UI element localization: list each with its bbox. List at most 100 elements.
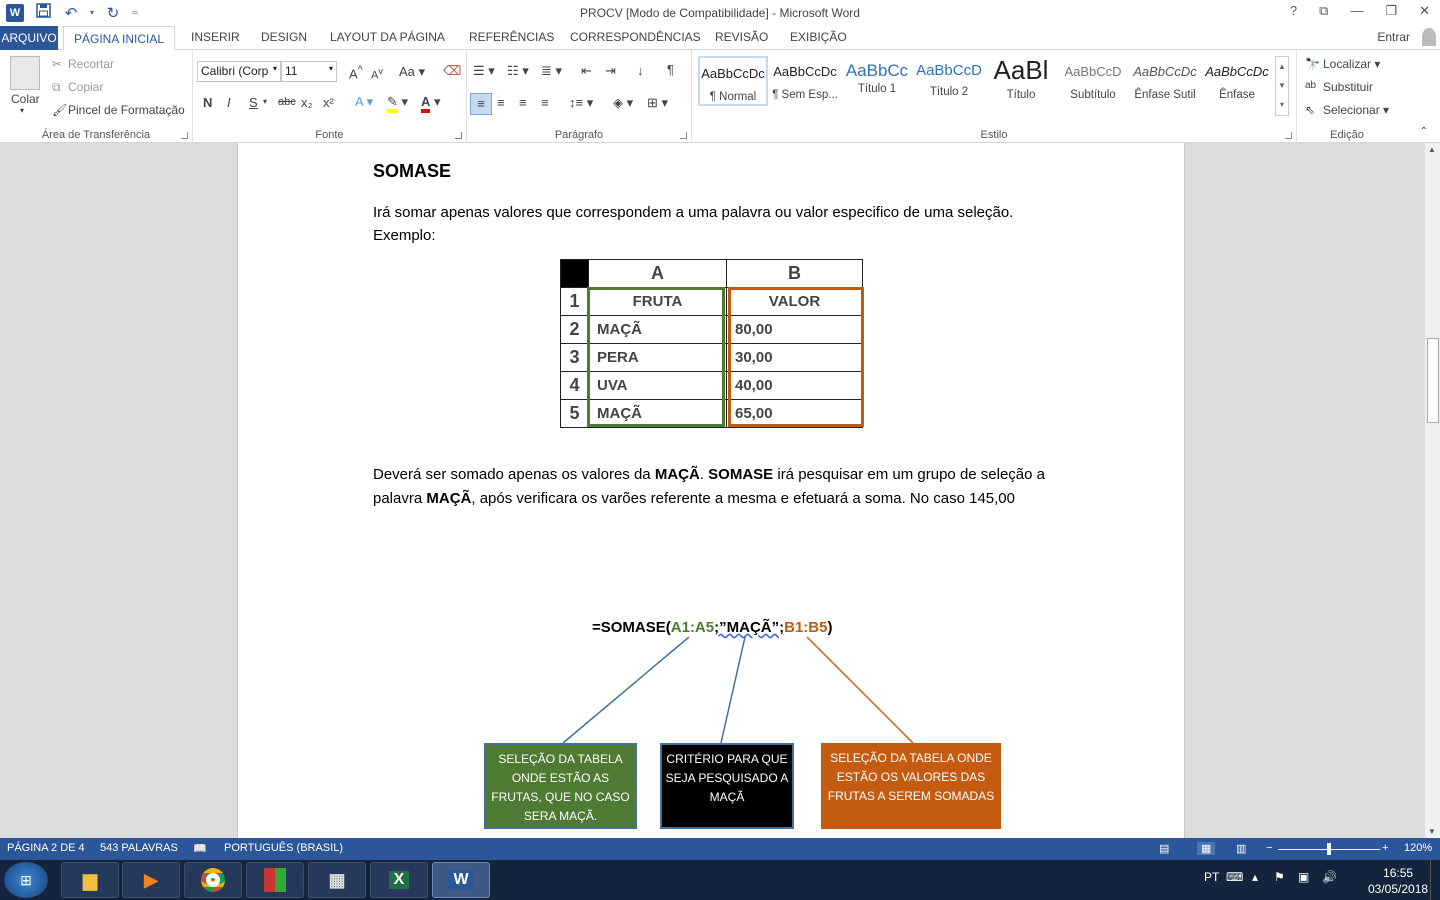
tab-page-layout[interactable]: LAYOUT DA PÁGINA bbox=[330, 30, 445, 44]
bullets-icon[interactable]: ☰ ▾ bbox=[473, 63, 495, 79]
styles-launcher-icon[interactable] bbox=[1285, 132, 1292, 139]
style-normal[interactable]: AaBbCcDc ¶ Normal bbox=[698, 56, 768, 106]
numbering-icon[interactable]: ☷ ▾ bbox=[507, 63, 529, 79]
justify-icon[interactable]: ≡ bbox=[541, 95, 549, 110]
style-heading-1[interactable]: AaBbCc Título 1 bbox=[842, 56, 912, 106]
zoom-in-icon[interactable]: + bbox=[1382, 842, 1388, 854]
copy-button[interactable]: Copiar bbox=[68, 80, 103, 94]
underline-button[interactable]: S bbox=[249, 95, 258, 110]
format-painter-button[interactable]: Pincel de Formatação bbox=[68, 103, 185, 117]
tab-home[interactable]: PÁGINA INICIAL bbox=[63, 26, 175, 51]
explorer-taskbar-icon[interactable]: ▆ bbox=[61, 862, 119, 898]
style-title[interactable]: AaBl Título bbox=[986, 56, 1056, 106]
subscript-button[interactable]: x₂ bbox=[301, 95, 313, 110]
change-case-icon[interactable]: Aa ▾ bbox=[399, 64, 425, 80]
grow-font-icon[interactable]: A^ bbox=[349, 64, 363, 81]
replace-button[interactable]: Substituir bbox=[1323, 80, 1373, 94]
tab-references[interactable]: REFERÊNCIAS bbox=[469, 30, 554, 44]
ribbon-display-icon[interactable]: ⧉ bbox=[1319, 3, 1328, 19]
clock[interactable]: 16:55 03/05/2018 bbox=[1368, 865, 1428, 897]
tab-file[interactable]: ARQUIVO bbox=[0, 26, 58, 50]
find-button[interactable]: Localizar ▾ bbox=[1323, 57, 1380, 71]
sign-in-link[interactable]: Entrar bbox=[1377, 30, 1410, 44]
borders-icon[interactable]: ⊞ ▾ bbox=[647, 95, 668, 111]
web-layout-icon[interactable]: ▥ bbox=[1236, 842, 1246, 855]
media-player-taskbar-icon[interactable]: ▶ bbox=[122, 862, 180, 898]
clipboard-launcher-icon[interactable] bbox=[181, 132, 188, 139]
zoom-slider-thumb[interactable] bbox=[1327, 843, 1331, 855]
increase-indent-icon[interactable]: ⇥ bbox=[605, 63, 616, 79]
excel-taskbar-icon[interactable]: X bbox=[370, 862, 428, 898]
align-left-icon[interactable]: ≡ bbox=[470, 93, 492, 115]
network-tray-icon[interactable]: ▣ bbox=[1298, 870, 1309, 884]
font-name-select[interactable]: Calibri (Corp ▾ bbox=[197, 61, 281, 82]
style-heading-2[interactable]: AaBbCcD Título 2 bbox=[914, 56, 984, 106]
paragraph-launcher-icon[interactable] bbox=[680, 132, 687, 139]
volume-tray-icon[interactable]: 🔊 bbox=[1322, 870, 1337, 884]
sort-icon[interactable]: ↓ bbox=[637, 63, 644, 78]
read-mode-icon[interactable]: ▤ bbox=[1159, 842, 1169, 855]
style-subtle-emphasis[interactable]: AaBbCcDc Ênfase Sutil bbox=[1130, 56, 1200, 106]
word-count[interactable]: 543 PALAVRAS bbox=[100, 842, 178, 854]
calculator-taskbar-icon[interactable]: ▦ bbox=[308, 862, 366, 898]
paste-dropdown-icon[interactable]: ▾ bbox=[20, 106, 24, 115]
collapse-ribbon-icon[interactable]: ⌃ bbox=[1420, 126, 1428, 137]
user-avatar-icon[interactable] bbox=[1422, 28, 1436, 46]
scroll-down-icon[interactable]: ▼ bbox=[1428, 827, 1436, 836]
strikethrough-button[interactable]: abc bbox=[278, 96, 296, 108]
language-indicator[interactable]: PORTUGUÊS (BRASIL) bbox=[224, 842, 343, 854]
font-size-select[interactable]: 11 ▾ bbox=[281, 61, 337, 82]
flag-tray-icon[interactable]: ⚑ bbox=[1274, 870, 1285, 884]
tab-view[interactable]: EXIBIÇÃO bbox=[790, 30, 847, 44]
show-desktop-button[interactable] bbox=[1430, 860, 1440, 900]
document-page[interactable]: SOMASE Irá somar apenas valores que corr… bbox=[237, 143, 1185, 838]
proofing-icon[interactable]: 📖 bbox=[193, 842, 207, 855]
paste-icon[interactable] bbox=[10, 56, 40, 90]
zoom-level[interactable]: 120% bbox=[1404, 842, 1432, 854]
clear-formatting-icon[interactable]: ⌫ bbox=[443, 63, 461, 79]
tab-design[interactable]: DESIGN bbox=[261, 30, 307, 44]
underline-dropdown-icon[interactable]: ▾ bbox=[263, 97, 267, 106]
start-button[interactable]: ⊞ bbox=[4, 862, 48, 898]
show-formatting-icon[interactable]: ¶ bbox=[667, 62, 674, 77]
maximize-button[interactable]: ❐ bbox=[1385, 3, 1397, 19]
chrome-taskbar-icon[interactable] bbox=[184, 862, 242, 898]
bold-button[interactable]: N bbox=[203, 95, 212, 110]
word-taskbar-icon[interactable]: W bbox=[432, 862, 490, 898]
select-button[interactable]: Selecionar ▾ bbox=[1323, 103, 1389, 117]
tab-review[interactable]: REVISÃO bbox=[715, 30, 768, 44]
cut-button[interactable]: Recortar bbox=[68, 57, 114, 71]
scroll-thumb[interactable] bbox=[1427, 338, 1439, 423]
text-effects-icon[interactable]: A ▾ bbox=[355, 94, 373, 110]
show-hidden-icons[interactable]: ▴ bbox=[1252, 870, 1258, 884]
shading-icon[interactable]: ◈ ▾ bbox=[613, 95, 633, 111]
shrink-font-icon[interactable]: Av bbox=[371, 66, 383, 82]
minimize-button[interactable]: — bbox=[1350, 3, 1363, 19]
scroll-up-icon[interactable]: ▲ bbox=[1428, 145, 1436, 154]
vertical-scrollbar[interactable]: ▲ ▼ bbox=[1424, 143, 1440, 838]
close-button[interactable]: ✕ bbox=[1419, 3, 1430, 19]
page-count[interactable]: PÁGINA 2 DE 4 bbox=[7, 842, 85, 854]
style-subtitle[interactable]: AaBbCcD Subtítulo bbox=[1058, 56, 1128, 106]
style-emphasis[interactable]: AaBbCcDc Ênfase bbox=[1202, 56, 1272, 106]
paste-button[interactable]: Colar bbox=[11, 92, 40, 106]
tab-insert[interactable]: INSERIR bbox=[191, 30, 240, 44]
multilevel-list-icon[interactable]: ≣ ▾ bbox=[541, 63, 562, 79]
align-right-icon[interactable]: ≡ bbox=[519, 95, 527, 110]
winrar-taskbar-icon[interactable] bbox=[246, 862, 304, 898]
highlight-icon[interactable]: ✎ ▾ bbox=[387, 94, 408, 113]
font-launcher-icon[interactable] bbox=[455, 132, 462, 139]
keyboard-tray-icon[interactable]: ⌨ bbox=[1226, 870, 1243, 884]
decrease-indent-icon[interactable]: ⇤ bbox=[581, 63, 592, 79]
zoom-out-icon[interactable]: − bbox=[1266, 842, 1272, 854]
superscript-button[interactable]: x² bbox=[323, 95, 334, 110]
print-layout-icon[interactable]: ▦ bbox=[1197, 842, 1216, 855]
language-tray[interactable]: PT bbox=[1204, 870, 1219, 884]
italic-button[interactable]: I bbox=[227, 95, 231, 110]
help-icon[interactable]: ? bbox=[1290, 3, 1297, 19]
tab-mailings[interactable]: CORRESPONDÊNCIAS bbox=[570, 30, 701, 44]
style-no-spacing[interactable]: AaBbCcDc ¶ Sem Esp... bbox=[770, 56, 840, 106]
line-spacing-icon[interactable]: ↕≡ ▾ bbox=[569, 95, 593, 111]
font-color-icon[interactable]: A ▾ bbox=[421, 94, 441, 113]
align-center-icon[interactable]: ≡ bbox=[497, 95, 505, 110]
